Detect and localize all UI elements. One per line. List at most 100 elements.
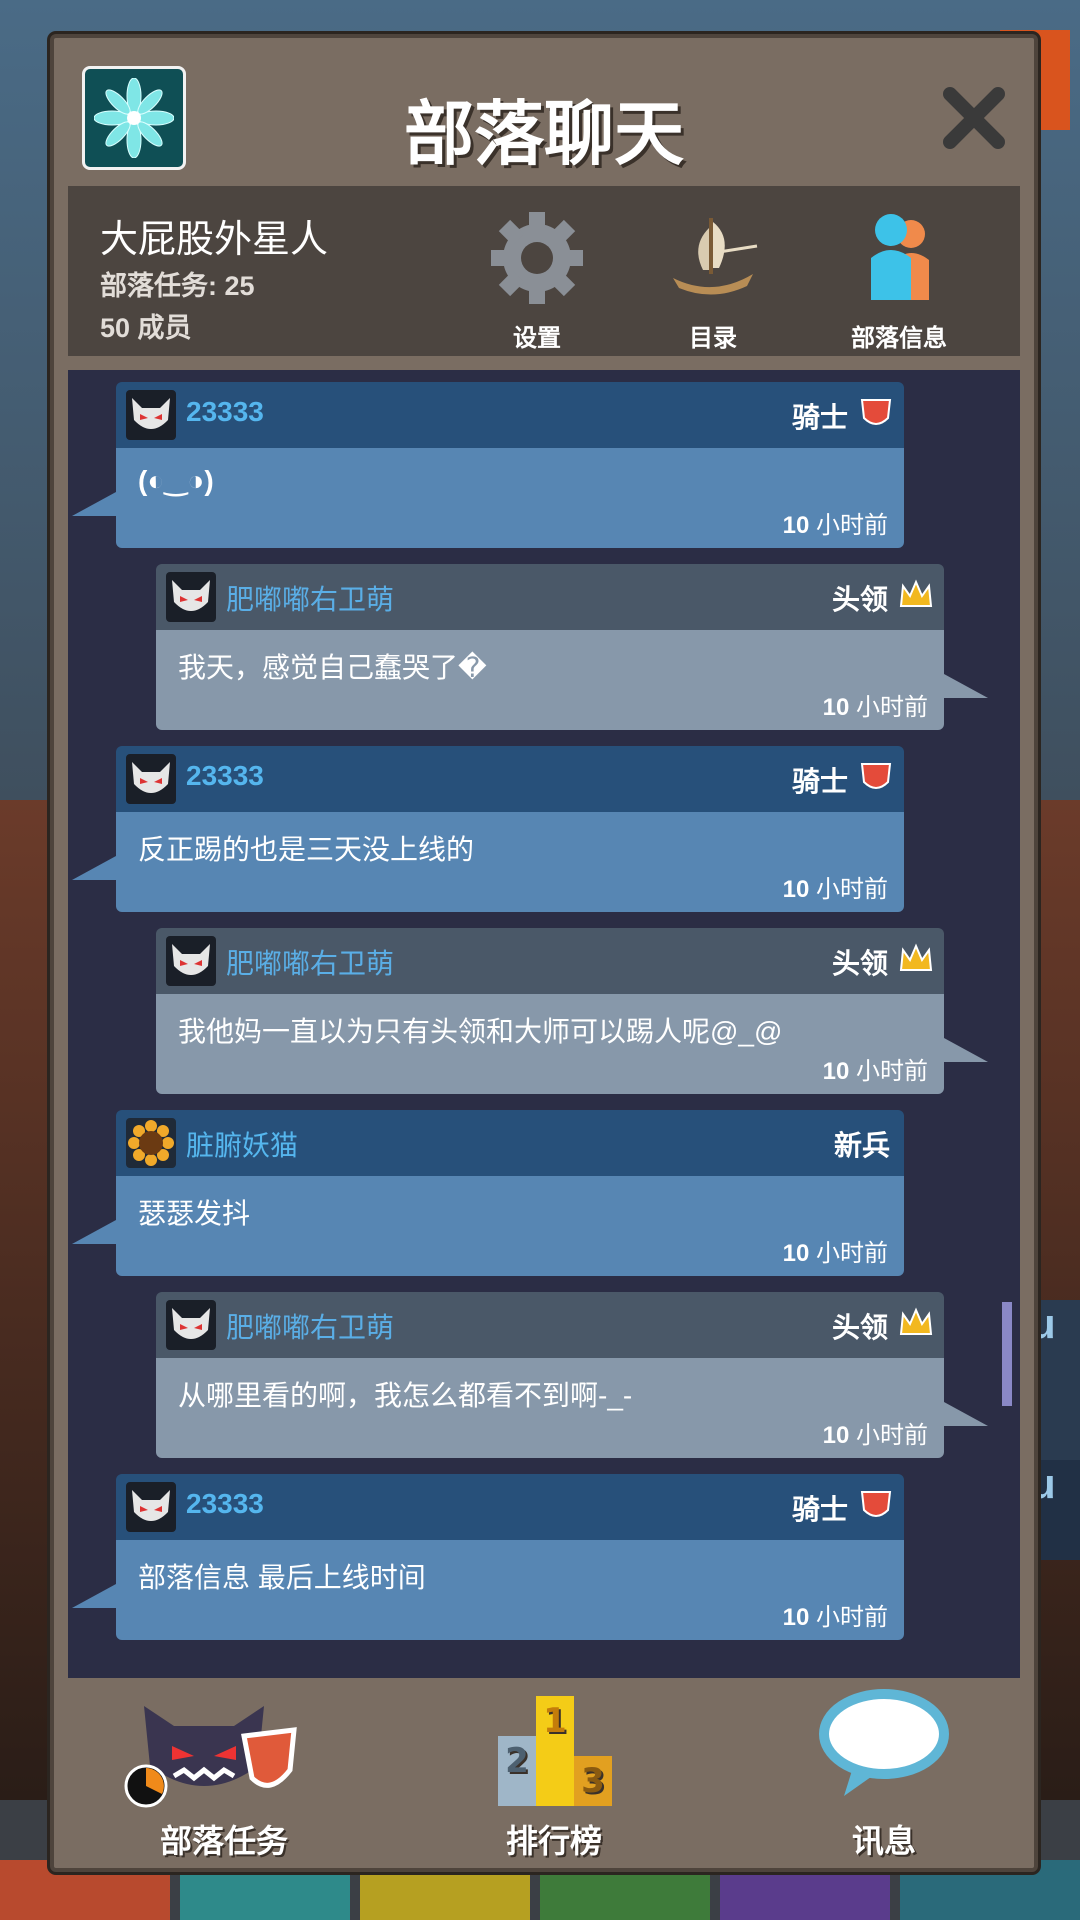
message-time: 10 小时前 [823,1051,928,1086]
scrollbar[interactable] [1002,1302,1012,1406]
settings-button[interactable]: 设置 [462,196,612,352]
message-text: 我他妈一直以为只有头领和大师可以踢人呢@_@ [178,1016,783,1047]
clan-info-button[interactable]: 部落信息 [824,196,974,352]
sender-name[interactable]: 肥嘟嘟右卫萌 [226,1306,394,1346]
message-time: 10 小时前 [823,1415,928,1450]
time-number: 10 [782,876,810,903]
time-unit: 小时前 [856,1422,928,1449]
catalog-button[interactable]: 目录 [638,196,788,352]
message-text: 我天，感觉自己蠢哭了� [178,652,487,683]
bubble-tail [944,1402,988,1426]
sender-rank: 新兵 [833,1130,890,1161]
message-time: 10 小时前 [783,869,888,904]
shield-icon [860,399,892,425]
message-body: 瑟瑟发抖 10 小时前 [116,1176,904,1276]
message-body: 我天，感觉自己蠢哭了� 10 小时前 [156,630,944,730]
podium-first: 1 [543,1701,567,1741]
message-time: 10 小时前 [783,1233,888,1268]
sunflower-avatar-icon[interactable] [126,1118,176,1168]
message-text: (◐‿◑) [138,465,214,496]
demon-avatar-icon[interactable] [126,1482,176,1532]
chat-message: 23333 骑士 部落信息 最后上线时间 10 小时前 [72,1474,904,1640]
close-icon [943,87,1005,149]
bottom-nav: 部落任务 2 1 3 排行榜 讯息 [54,1678,1034,1868]
sender-name[interactable]: 脏腑妖猫 [186,1124,298,1164]
message-time: 10 小时前 [823,687,928,722]
sender-name[interactable]: 23333 [186,1488,264,1520]
demon-avatar-icon[interactable] [126,754,176,804]
members-icon [871,214,929,300]
sender-rank: 骑士 [791,1494,848,1525]
sender-name[interactable]: 肥嘟嘟右卫萌 [226,942,394,982]
chat-message: 23333 骑士 (◐‿◑) 10 小时前 [72,382,904,548]
sender-rank: 骑士 [791,766,848,797]
demon-avatar-icon[interactable] [166,572,216,622]
sender-name[interactable]: 23333 [186,396,264,428]
time-unit: 小时前 [856,694,928,721]
bubble-tail [72,1584,116,1608]
chat-message: 肥嘟嘟右卫萌 头领 我他妈一直以为只有头领和大师可以踢人呢@_@ 10 小时前 [156,928,988,1094]
sender-rank: 头领 [831,1312,888,1343]
ship-icon [673,218,758,295]
chat-message: 23333 骑士 反正踢的也是三天没上线的 10 小时前 [72,746,904,912]
leaderboard-label: 排行榜 [505,1823,602,1859]
crown-icon [899,943,933,971]
clan-quests-label: 部落任务 [159,1823,288,1859]
messages-button[interactable]: 讯息 [774,1678,994,1868]
bubble-tail [944,1038,988,1062]
message-header: 脏腑妖猫 新兵 [116,1110,904,1176]
podium-second: 2 [505,1741,529,1781]
time-number: 10 [822,1422,850,1449]
message-text: 部落信息 最后上线时间 [138,1562,426,1593]
leaderboard-button[interactable]: 2 1 3 排行榜 [444,1678,664,1868]
clan-chat-panel: 部落聊天 大屁股外星人 部落任务: 25 50 成员 设置 目录 部落信息 23… [50,34,1038,1872]
time-unit: 小时前 [816,876,888,903]
sender-rank: 头领 [831,948,888,979]
demon-shield-icon [124,1706,297,1808]
time-unit: 小时前 [856,1058,928,1085]
podium-third: 3 [581,1761,605,1801]
chat-message: 肥嘟嘟右卫萌 头领 从哪里看的啊，我怎么都看不到啊-_- 10 小时前 [156,1292,988,1458]
time-unit: 小时前 [816,1604,888,1631]
clan-info-bar: 大屁股外星人 部落任务: 25 50 成员 设置 目录 部落信息 [68,186,1020,356]
sender-name[interactable]: 23333 [186,760,264,792]
clan-info-label: 部落信息 [851,325,947,352]
time-number: 10 [782,1604,810,1631]
message-header: 23333 骑士 [116,1474,904,1540]
message-body: 反正踢的也是三天没上线的 10 小时前 [116,812,904,912]
gear-icon [491,212,583,304]
bubble-tail [72,1220,116,1244]
message-header: 肥嘟嘟右卫萌 头领 [156,928,944,994]
message-text: 反正踢的也是三天没上线的 [138,834,475,865]
time-number: 10 [822,694,850,721]
time-number: 10 [782,512,810,539]
podium-icon: 2 1 3 [498,1696,612,1806]
speech-bubble-icon [819,1689,949,1796]
time-number: 10 [822,1058,850,1085]
clan-name: 大屁股外星人 [100,219,329,261]
crown-icon [899,579,933,607]
time-number: 10 [782,1240,810,1267]
demon-avatar-icon[interactable] [126,390,176,440]
message-header: 肥嘟嘟右卫萌 头领 [156,564,944,630]
bubble-tail [944,674,988,698]
shield-icon [860,1491,892,1517]
clan-member-count: 50 成员 [100,313,192,343]
close-button[interactable] [934,78,1014,158]
message-body: 从哪里看的啊，我怎么都看不到啊-_- 10 小时前 [156,1358,944,1458]
settings-label: 设置 [513,325,561,352]
shield-icon [860,763,892,789]
sender-rank: 骑士 [791,402,848,433]
bubble-tail [72,492,116,516]
chat-message: 肥嘟嘟右卫萌 头领 我天，感觉自己蠢哭了� 10 小时前 [156,564,988,730]
message-header: 肥嘟嘟右卫萌 头领 [156,1292,944,1358]
chat-message-list[interactable]: 23333 骑士 (◐‿◑) 10 小时前 肥嘟嘟右卫萌 头领 我天，感觉自己蠢 [68,370,1020,1678]
time-unit: 小时前 [816,512,888,539]
demon-avatar-icon[interactable] [166,1300,216,1350]
message-body: (◐‿◑) 10 小时前 [116,448,904,548]
sender-name[interactable]: 肥嘟嘟右卫萌 [226,578,394,618]
page-title: 部落聊天 [404,95,684,173]
time-unit: 小时前 [816,1240,888,1267]
demon-avatar-icon[interactable] [166,936,216,986]
clan-quests-button[interactable]: 部落任务 [114,1678,334,1868]
